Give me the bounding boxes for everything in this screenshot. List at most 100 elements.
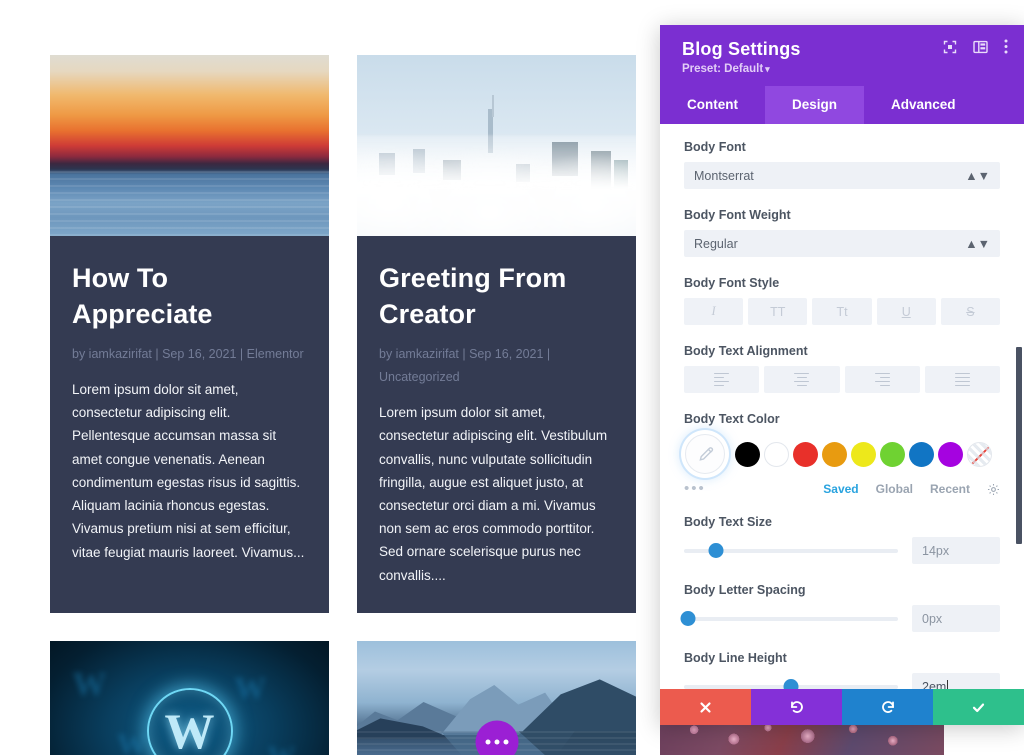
- kebab-menu-icon[interactable]: [1004, 39, 1008, 54]
- post-thumbnail-wordpress-logo-glow[interactable]: W W W W W W W: [50, 640, 329, 755]
- blog-post-card[interactable]: How To Appreciate by iamkazirifat | Sep …: [50, 55, 329, 613]
- strikethrough-button[interactable]: S: [940, 298, 1001, 325]
- field-label: Body Text Color: [684, 412, 780, 426]
- font-style-button-group: I TT Tt U S: [684, 298, 1001, 325]
- body-letter-spacing-slider[interactable]: [680, 610, 898, 628]
- palette-tab-global[interactable]: Global: [876, 482, 913, 496]
- tab-design[interactable]: Design: [765, 86, 865, 124]
- swatch-yellow[interactable]: [851, 441, 876, 467]
- body-line-height-slider-row: 2em: [684, 673, 1000, 689]
- body-letter-spacing-input[interactable]: 0px: [912, 605, 1000, 632]
- panel-action-bar: [660, 689, 1024, 725]
- chevron-updown-icon: ▲▼: [965, 236, 990, 251]
- wordpress-ghost-glyph: W: [268, 742, 296, 755]
- redo-button[interactable]: [842, 689, 933, 725]
- post-title[interactable]: How To Appreciate: [72, 260, 307, 333]
- panel-header: Blog Settings Preset: Default ▾: [660, 25, 1024, 86]
- color-picker-button[interactable]: [685, 434, 725, 474]
- body-line-height-input[interactable]: 2em: [912, 673, 1000, 689]
- post-meta: by iamkazirifat | Sep 16, 2021 | Uncateg…: [379, 346, 551, 384]
- post-title[interactable]: Greeting From Creator: [379, 260, 614, 333]
- swatch-black[interactable]: [735, 441, 760, 467]
- field-label: Body Letter Spacing: [684, 583, 806, 597]
- slider-knob[interactable]: [680, 611, 696, 626]
- panel-scrollbar[interactable]: [1016, 347, 1022, 544]
- align-justify-button[interactable]: [924, 366, 1000, 393]
- swatch-purple[interactable]: [938, 441, 963, 467]
- underline-button[interactable]: U: [876, 298, 936, 325]
- swatch-green[interactable]: [880, 441, 905, 467]
- body-font-select[interactable]: Montserrat ▲▼: [684, 162, 1000, 189]
- eyedropper-icon: [698, 446, 713, 461]
- slider-knob[interactable]: [783, 679, 799, 689]
- body-font-value: Montserrat: [694, 168, 754, 183]
- building-tower: [492, 94, 495, 117]
- gear-icon[interactable]: [987, 483, 1000, 496]
- close-button[interactable]: [660, 689, 751, 725]
- body-line-height-slider[interactable]: [684, 678, 898, 689]
- preset-selector[interactable]: Preset: Default ▾: [682, 63, 1006, 75]
- field-body-font-style: Body Font Style I TT Tt U S: [660, 276, 1024, 325]
- slider-knob[interactable]: [708, 543, 724, 558]
- uppercase-button[interactable]: TT: [748, 298, 808, 325]
- align-left-button[interactable]: [684, 366, 760, 393]
- blog-post-card[interactable]: W W W W W W W: [50, 640, 329, 755]
- chevron-down-icon: ▾: [765, 64, 770, 74]
- panel-content-scroll: Body Font Montserrat ▲▼ Body Font Weight…: [660, 124, 1024, 689]
- field-label: Body Text Size: [684, 515, 772, 529]
- align-right-button[interactable]: [844, 366, 920, 393]
- wordpress-ghost-glyph: W: [234, 669, 267, 706]
- redo-icon: [881, 701, 894, 713]
- panel-tab-bar: Content Design Advanced: [660, 86, 1024, 124]
- fullscreen-icon[interactable]: [943, 40, 957, 54]
- align-left-icon: [714, 372, 730, 387]
- field-body-text-color: Body Text Color ••• Saved Global Recent: [660, 412, 1024, 496]
- body-font-weight-select[interactable]: Regular ▲▼: [684, 230, 1000, 257]
- palette-tab-saved[interactable]: Saved: [823, 482, 858, 496]
- field-body-text-alignment: Body Text Alignment: [660, 344, 1024, 393]
- align-center-button[interactable]: [764, 366, 840, 393]
- dot-icon: [485, 739, 490, 745]
- body-letter-spacing-slider-row: 0px: [680, 605, 1000, 632]
- italic-button[interactable]: I: [684, 298, 744, 325]
- undo-button[interactable]: [751, 689, 842, 725]
- body-text-size-slider[interactable]: [684, 542, 898, 560]
- body-font-weight-value: Regular: [694, 236, 738, 251]
- tab-advanced[interactable]: Advanced: [864, 86, 983, 124]
- chevron-updown-icon: ▲▼: [965, 168, 990, 183]
- capitalize-button[interactable]: Tt: [812, 298, 872, 325]
- post-body: How To Appreciate by iamkazirifat | Sep …: [50, 236, 329, 590]
- tab-content[interactable]: Content: [660, 86, 765, 124]
- swatch-white[interactable]: [764, 441, 789, 467]
- swatch-transparent[interactable]: [967, 441, 992, 467]
- post-thumbnail-mountain-lake-reflection[interactable]: [357, 640, 636, 755]
- body-text-size-input[interactable]: 14px: [912, 537, 1000, 564]
- blog-post-card[interactable]: Greeting From Creator by iamkazirifat | …: [357, 55, 636, 613]
- layout-toggle-icon[interactable]: [973, 40, 988, 54]
- align-right-icon: [874, 372, 890, 387]
- blog-settings-panel: Blog Settings Preset: Default ▾ Content …: [660, 25, 1024, 725]
- swatch-orange[interactable]: [822, 441, 847, 467]
- field-body-font: Body Font Montserrat ▲▼: [660, 140, 1024, 189]
- save-button[interactable]: [933, 689, 1024, 725]
- post-body: Greeting From Creator by iamkazirifat | …: [357, 236, 636, 613]
- field-body-line-height: Body Line Height 2em: [660, 651, 1024, 689]
- swatch-blue[interactable]: [909, 441, 934, 467]
- blog-post-card[interactable]: [357, 640, 636, 755]
- palette-tab-recent[interactable]: Recent: [930, 482, 970, 496]
- panel-header-icons: [943, 39, 1008, 54]
- post-thumbnail-city-skyline-above-clouds[interactable]: [357, 55, 636, 236]
- field-body-font-weight: Body Font Weight Regular ▲▼: [660, 208, 1024, 257]
- slider-track: [684, 616, 898, 621]
- post-thumbnail-sunset-over-ocean[interactable]: [50, 55, 329, 236]
- palette-tabs: Saved Global Recent: [823, 482, 1000, 496]
- body-text-size-slider-row: 14px: [684, 537, 1000, 564]
- field-label: Body Line Height: [684, 651, 787, 665]
- field-body-letter-spacing: Body Letter Spacing 0px: [660, 583, 1024, 632]
- more-colors-button[interactable]: •••: [684, 481, 706, 496]
- wordpress-ghost-glyph: W: [72, 666, 107, 704]
- wordpress-ghost-glyph: W: [116, 727, 147, 755]
- swatch-red[interactable]: [793, 441, 818, 467]
- align-center-icon: [794, 372, 810, 387]
- undo-icon: [790, 701, 803, 713]
